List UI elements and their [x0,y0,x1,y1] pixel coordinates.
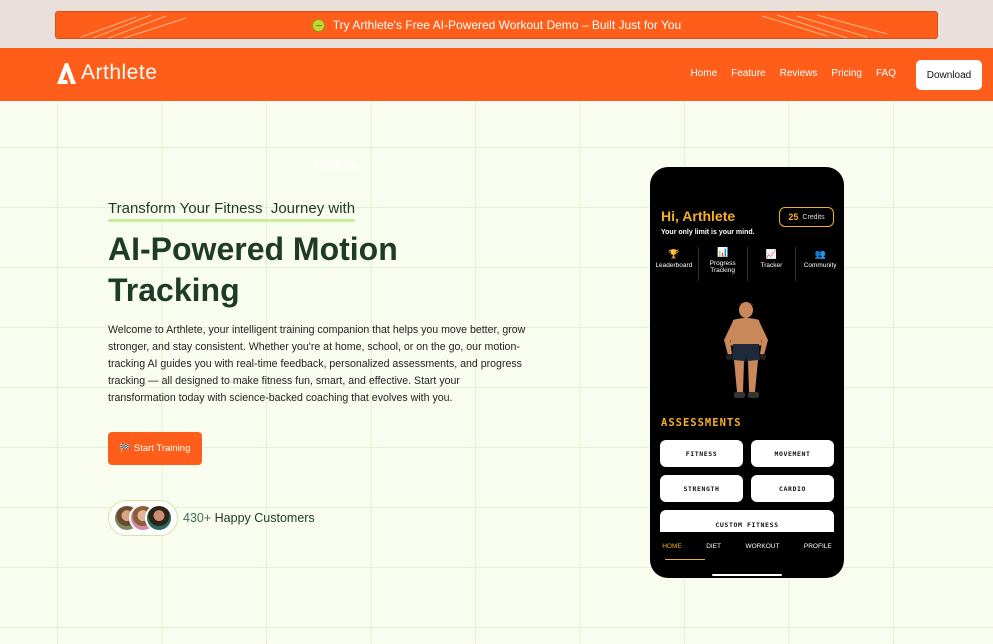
credits-value: 25 [788,212,799,222]
hero-description: Welcome to Arthlete, your intelligent tr… [108,324,526,404]
assessment-custom-fitness-button[interactable]: CUSTOM FITNESS [660,510,834,532]
customers-count: 430+ [183,511,212,525]
nav-link-faq[interactable]: FAQ [876,68,896,79]
brand-logo[interactable]: Arthlete [55,61,157,85]
assessments-heading: ASSESSMENTS [661,417,742,429]
menu-item-tracker[interactable]: 📈 Tracker [748,247,797,281]
nav-link-feature[interactable]: Feature [731,68,765,79]
menu-label: Tracker [760,262,783,269]
bottom-tab-profile[interactable]: PROFILE [804,543,832,550]
athlete-character-image [724,302,768,398]
announcement-text: Try Arthlete's Free AI-Powered Workout D… [332,18,682,32]
download-button[interactable]: Download [916,60,982,90]
hero-headline: AI-Powered Motion Tracking [108,231,398,308]
nav-link-home[interactable]: Home [690,68,717,79]
bottom-tab-home[interactable]: HOME [662,543,682,550]
phone-home-indicator [712,574,782,576]
menu-label: Leaderboard [655,262,693,269]
trophy-icon: 🏆 [668,249,680,259]
nav-link-pricing[interactable]: Pricing [831,68,862,79]
menu-item-leaderboard[interactable]: 🏆 Leaderboard [650,247,699,281]
app-phone-mockup: Hi, Arthlete Your only limit is your min… [650,167,844,578]
menu-item-community[interactable]: 👥 Community [796,247,844,281]
faded-brand-text: Arthlete [310,157,359,173]
credits-badge[interactable]: 25 Credits [779,207,834,227]
menu-item-progress-tracking[interactable]: 📊 Progress Tracking [699,247,748,281]
subheading-underline [108,219,355,222]
top-navigation: Arthlete Home Feature Reviews Pricing FA… [0,48,993,101]
decorative-scribble-right [761,14,888,38]
menu-label: Community [803,262,837,269]
credits-label: Credits [802,213,825,221]
start-training-label: Start Training [133,443,191,454]
bar-chart-icon: 📊 [717,247,729,257]
app-quick-menu: 🏆 Leaderboard 📊 Progress Tracking 📈 Trac… [650,247,844,281]
nav-link-reviews[interactable]: Reviews [780,68,818,79]
assessment-strength-button[interactable]: STRENGTH [660,475,743,502]
assessment-movement-button[interactable]: MOVEMENT [751,440,834,467]
bottom-tab-workout[interactable]: WORKOUT [745,543,779,550]
avatar [145,504,173,532]
community-icon: 👥 [814,249,826,259]
assessment-fitness-button[interactable]: FITNESS [660,440,743,467]
app-bottom-nav: HOME DIET WORKOUT PROFILE [650,531,844,561]
hero-subheading: Transform Your Fitness Journey with [108,200,356,217]
tennis-ball-icon [311,18,325,32]
start-training-button[interactable]: 🏁 Start Training [108,432,202,465]
brand-name: Arthlete [81,61,158,84]
app-greeting: Hi, Arthlete [661,208,736,224]
happy-customers-text: 430+ Happy Customers [183,511,315,525]
assessment-cardio-button[interactable]: CARDIO [751,475,834,502]
customers-label: Happy Customers [214,511,315,525]
bottom-tab-diet[interactable]: DIET [706,543,721,550]
checkered-flag-icon: 🏁 [119,443,131,453]
arthlete-logo-icon [57,63,76,84]
active-tab-indicator [665,559,705,560]
app-tagline: Your only limit is your mind. [661,229,755,236]
trend-chart-icon: 📈 [765,249,778,259]
menu-label: Progress Tracking [709,260,736,274]
nav-links: Home Feature Reviews Pricing FAQ [690,68,896,79]
decorative-scribble-left [80,14,187,38]
announcement-banner[interactable]: Try Arthlete's Free AI-Powered Workout D… [55,11,938,39]
customer-avatars [108,500,178,536]
